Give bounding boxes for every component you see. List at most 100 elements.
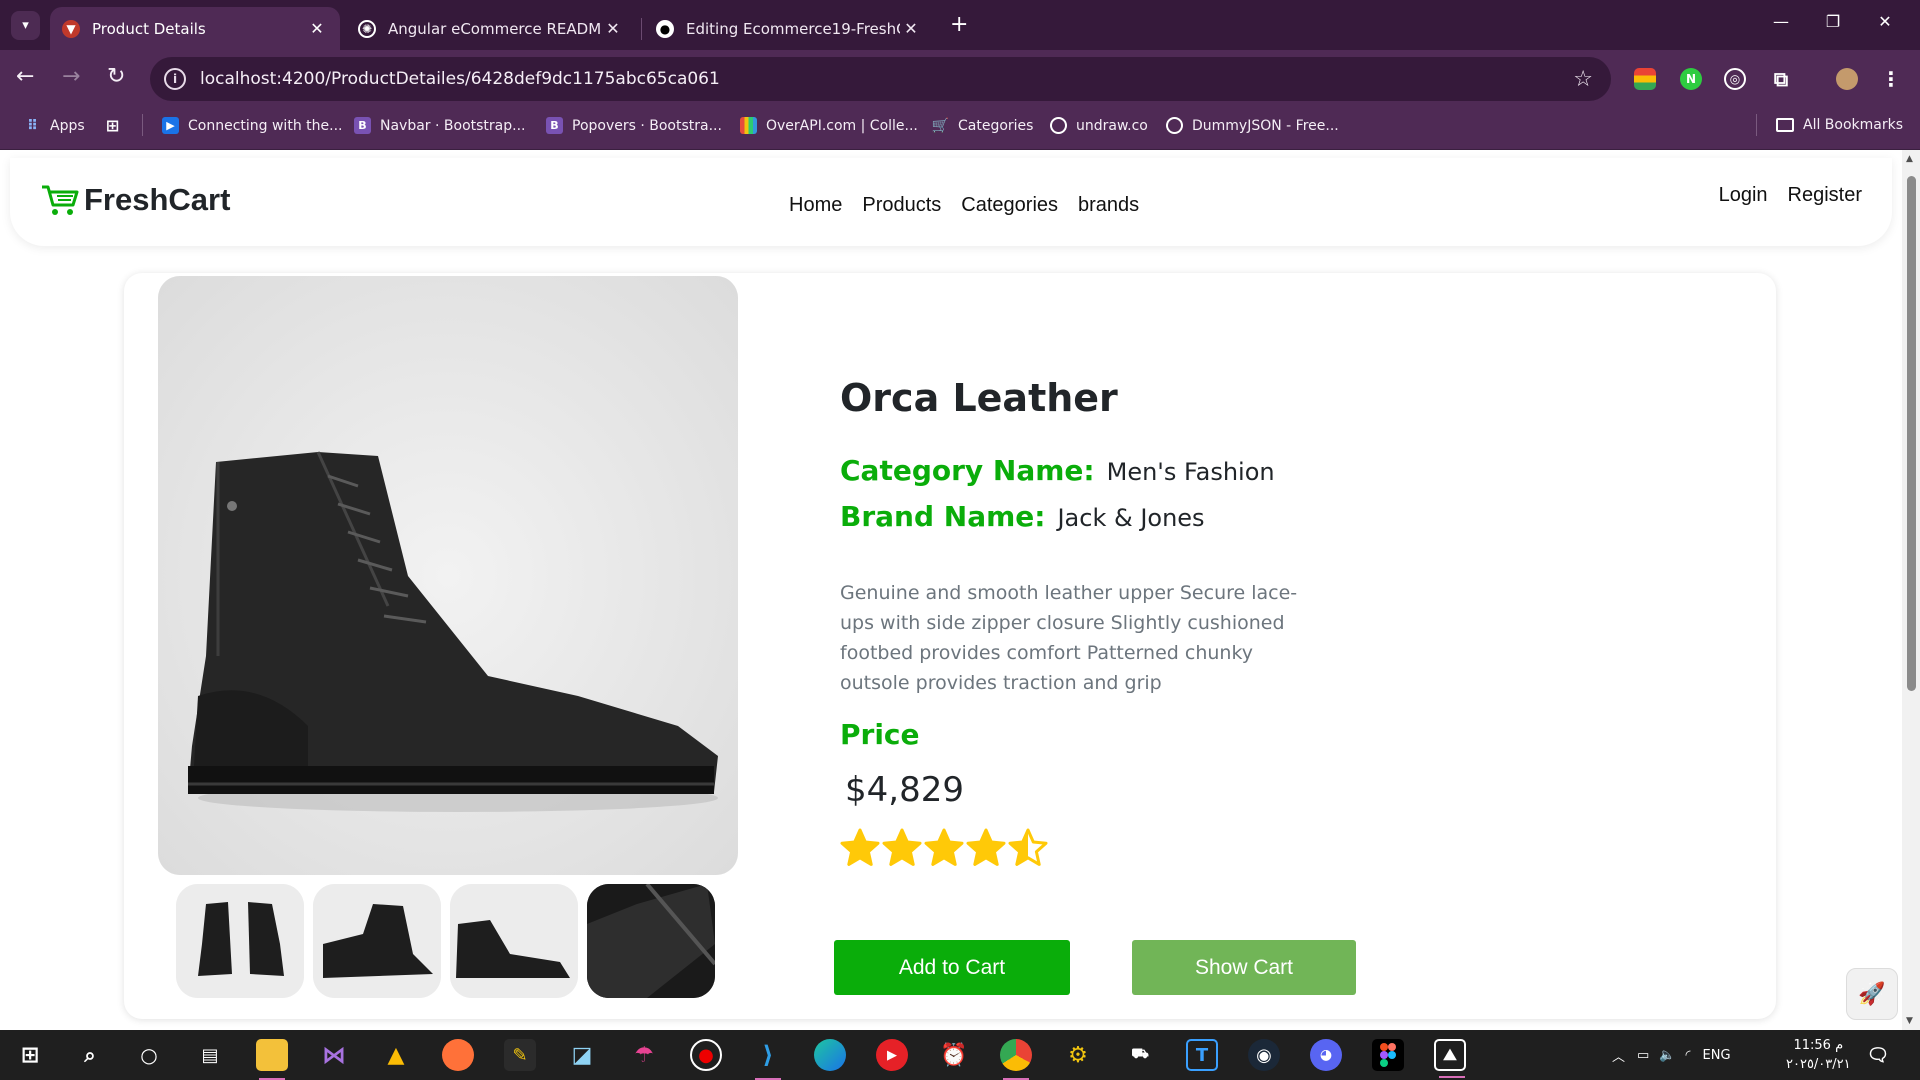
product-title: Orca Leather [840,376,1118,420]
minimize-icon[interactable]: — [1758,12,1804,31]
freshcart-favicon-icon: ▼ [62,19,80,38]
firefox-icon[interactable] [442,1039,474,1071]
cart-logo-icon [42,185,79,215]
tab-github-editing[interactable]: ● Editing Ecommerce19-FreshCart ✕ [644,7,934,50]
bookmark-categories[interactable]: 🛒 Categories [932,117,1034,134]
taskbar-clock[interactable]: 11:56 م ٢٠٢٥/٠٣/٢١ [1786,1036,1851,1074]
figma-icon[interactable] [1372,1039,1404,1071]
bookmark-label: Popovers · Bootstra... [572,117,722,134]
auth-nav: Login Register [1699,184,1862,207]
bookmark-navbar-bootstrap[interactable]: B Navbar · Bootstrap... [354,117,526,134]
typora-icon[interactable]: T [1186,1039,1218,1071]
cortana-icon[interactable]: ○ [133,1039,165,1071]
record-icon[interactable]: ● [690,1039,722,1071]
bookmark-separator [142,114,143,136]
bookmark-popovers-bootstrap[interactable]: B Popovers · Bootstra... [546,117,722,134]
nav-brands[interactable]: brands [1078,194,1139,217]
browser-tab-bar: ▾ ▼ Product Details ✕ ✺ Angular eCommerc… [0,0,1920,50]
site-info-icon[interactable]: i [164,68,186,90]
page-scrollbar[interactable]: ▲ ▼ [1902,150,1920,1030]
google-drive-icon[interactable]: ▲ [380,1039,412,1071]
notifications-icon[interactable]: 🗨 [1862,1039,1894,1071]
tab-groups-icon[interactable]: ⊞ [104,116,130,135]
extension-target-icon[interactable]: ◎ [1724,68,1746,90]
scroll-up-icon[interactable]: ▲ [1906,154,1913,164]
battery-icon[interactable]: ▭ [1637,1048,1649,1063]
thumbnail-image[interactable] [176,884,304,998]
grid-icon: ⊞ [105,116,120,135]
alarm-clock-icon[interactable]: ⏰ [938,1039,970,1071]
add-to-cart-button[interactable]: Add to Cart [834,940,1070,995]
bookmark-star-icon[interactable]: ☆ [1573,67,1593,92]
photos-icon[interactable]: ⛰ [1434,1039,1466,1078]
bookmark-dummyjson[interactable]: DummyJSON - Free... [1166,117,1339,134]
wifi-icon[interactable]: ◜ [1686,1048,1691,1063]
search-icon[interactable]: ⌕ [74,1039,106,1071]
url-text[interactable]: localhost:4200/ProductDetailes/6428def9d… [200,69,1573,89]
category-value: Men's Fashion [1106,458,1275,486]
file-explorer-icon[interactable] [256,1039,288,1080]
thumbnail-image[interactable] [587,884,715,998]
brand-label: Brand Name: [840,500,1046,533]
forward-icon[interactable]: → [62,64,80,89]
back-icon[interactable]: ← [16,64,34,89]
bookmark-undraw[interactable]: undraw.co [1050,117,1148,134]
windows-start-icon[interactable]: ⊞ [14,1039,46,1071]
reload-icon[interactable]: ↻ [107,64,125,89]
tab-product-details[interactable]: ▼ Product Details ✕ [50,7,340,50]
close-window-icon[interactable]: ✕ [1862,12,1908,31]
close-tab-icon[interactable]: ✕ [602,19,624,38]
chrome-icon[interactable] [1000,1039,1032,1080]
brand-logo[interactable]: FreshCart [40,182,230,218]
edge-icon[interactable] [814,1039,846,1071]
notes-app-icon[interactable]: ◪ [566,1039,598,1071]
login-link[interactable]: Login [1719,184,1768,207]
clock-date: ٢٠٢٥/٠٣/٢١ [1786,1057,1851,1072]
undraw-icon [1050,117,1067,134]
register-link[interactable]: Register [1788,184,1862,207]
price-label: Price [840,718,920,751]
color-picker-icon[interactable]: ✎ [504,1039,536,1071]
show-cart-button[interactable]: Show Cart [1132,940,1356,995]
new-tab-button[interactable]: + [950,12,968,37]
nav-categories[interactable]: Categories [961,194,1058,217]
profile-avatar-icon[interactable] [1836,68,1858,90]
restore-icon[interactable]: ❐ [1810,12,1856,31]
media-player-icon[interactable]: ▶ [876,1039,908,1071]
tab-search-button[interactable]: ▾ [11,11,40,40]
language-indicator[interactable]: ENG [1703,1048,1731,1063]
bookmark-connecting[interactable]: ▶ Connecting with the... [162,117,342,134]
tab-readme-generator[interactable]: ✺ Angular eCommerce README Genera ✕ [346,7,636,50]
nav-home[interactable]: Home [789,194,842,217]
nav-products[interactable]: Products [862,194,941,217]
bootstrap-icon: B [354,117,371,134]
scrollbar-thumb[interactable] [1907,176,1916,691]
settings-gear-icon[interactable]: ⚙ [1062,1039,1094,1071]
address-bar[interactable]: i localhost:4200/ProductDetailes/6428def… [150,57,1611,101]
visual-studio-icon[interactable]: ⋈ [318,1039,350,1071]
close-tab-icon[interactable]: ✕ [900,19,922,38]
scroll-down-icon[interactable]: ▼ [1906,1016,1913,1026]
scroll-to-top-rocket-icon[interactable]: 🚀 [1846,968,1898,1020]
extension-colorful-icon[interactable] [1634,68,1656,90]
volume-icon[interactable]: 🔈 [1659,1048,1675,1063]
extensions-puzzle-icon[interactable]: ⧉ [1770,67,1792,91]
tab-title: Editing Ecommerce19-FreshCart [686,19,900,38]
extension-n-icon[interactable]: N [1680,68,1702,90]
bookmark-overapi[interactable]: OverAPI.com | Colle... [740,117,918,134]
menu-kebab-icon[interactable]: ⋮ [1880,67,1902,91]
thumbnail-image[interactable] [313,884,441,998]
paint-icon[interactable]: ☂ [628,1039,660,1071]
bootstrap-icon: B [546,117,563,134]
discord-icon[interactable]: ◕ [1310,1039,1342,1071]
tray-expand-icon[interactable]: ︿ [1612,1046,1625,1065]
steam-icon[interactable]: ◉ [1248,1039,1280,1071]
all-bookmarks[interactable]: All Bookmarks [1776,117,1903,133]
vscode-icon[interactable]: ⟩ [752,1039,784,1080]
thumbnail-image[interactable] [450,884,578,998]
task-view-icon[interactable]: ▤ [194,1039,226,1071]
bookmark-apps[interactable]: ⠿ Apps [24,117,85,134]
close-tab-icon[interactable]: ✕ [306,19,328,38]
game-app-icon[interactable]: ⛟ [1124,1039,1156,1071]
overapi-icon [740,117,757,134]
